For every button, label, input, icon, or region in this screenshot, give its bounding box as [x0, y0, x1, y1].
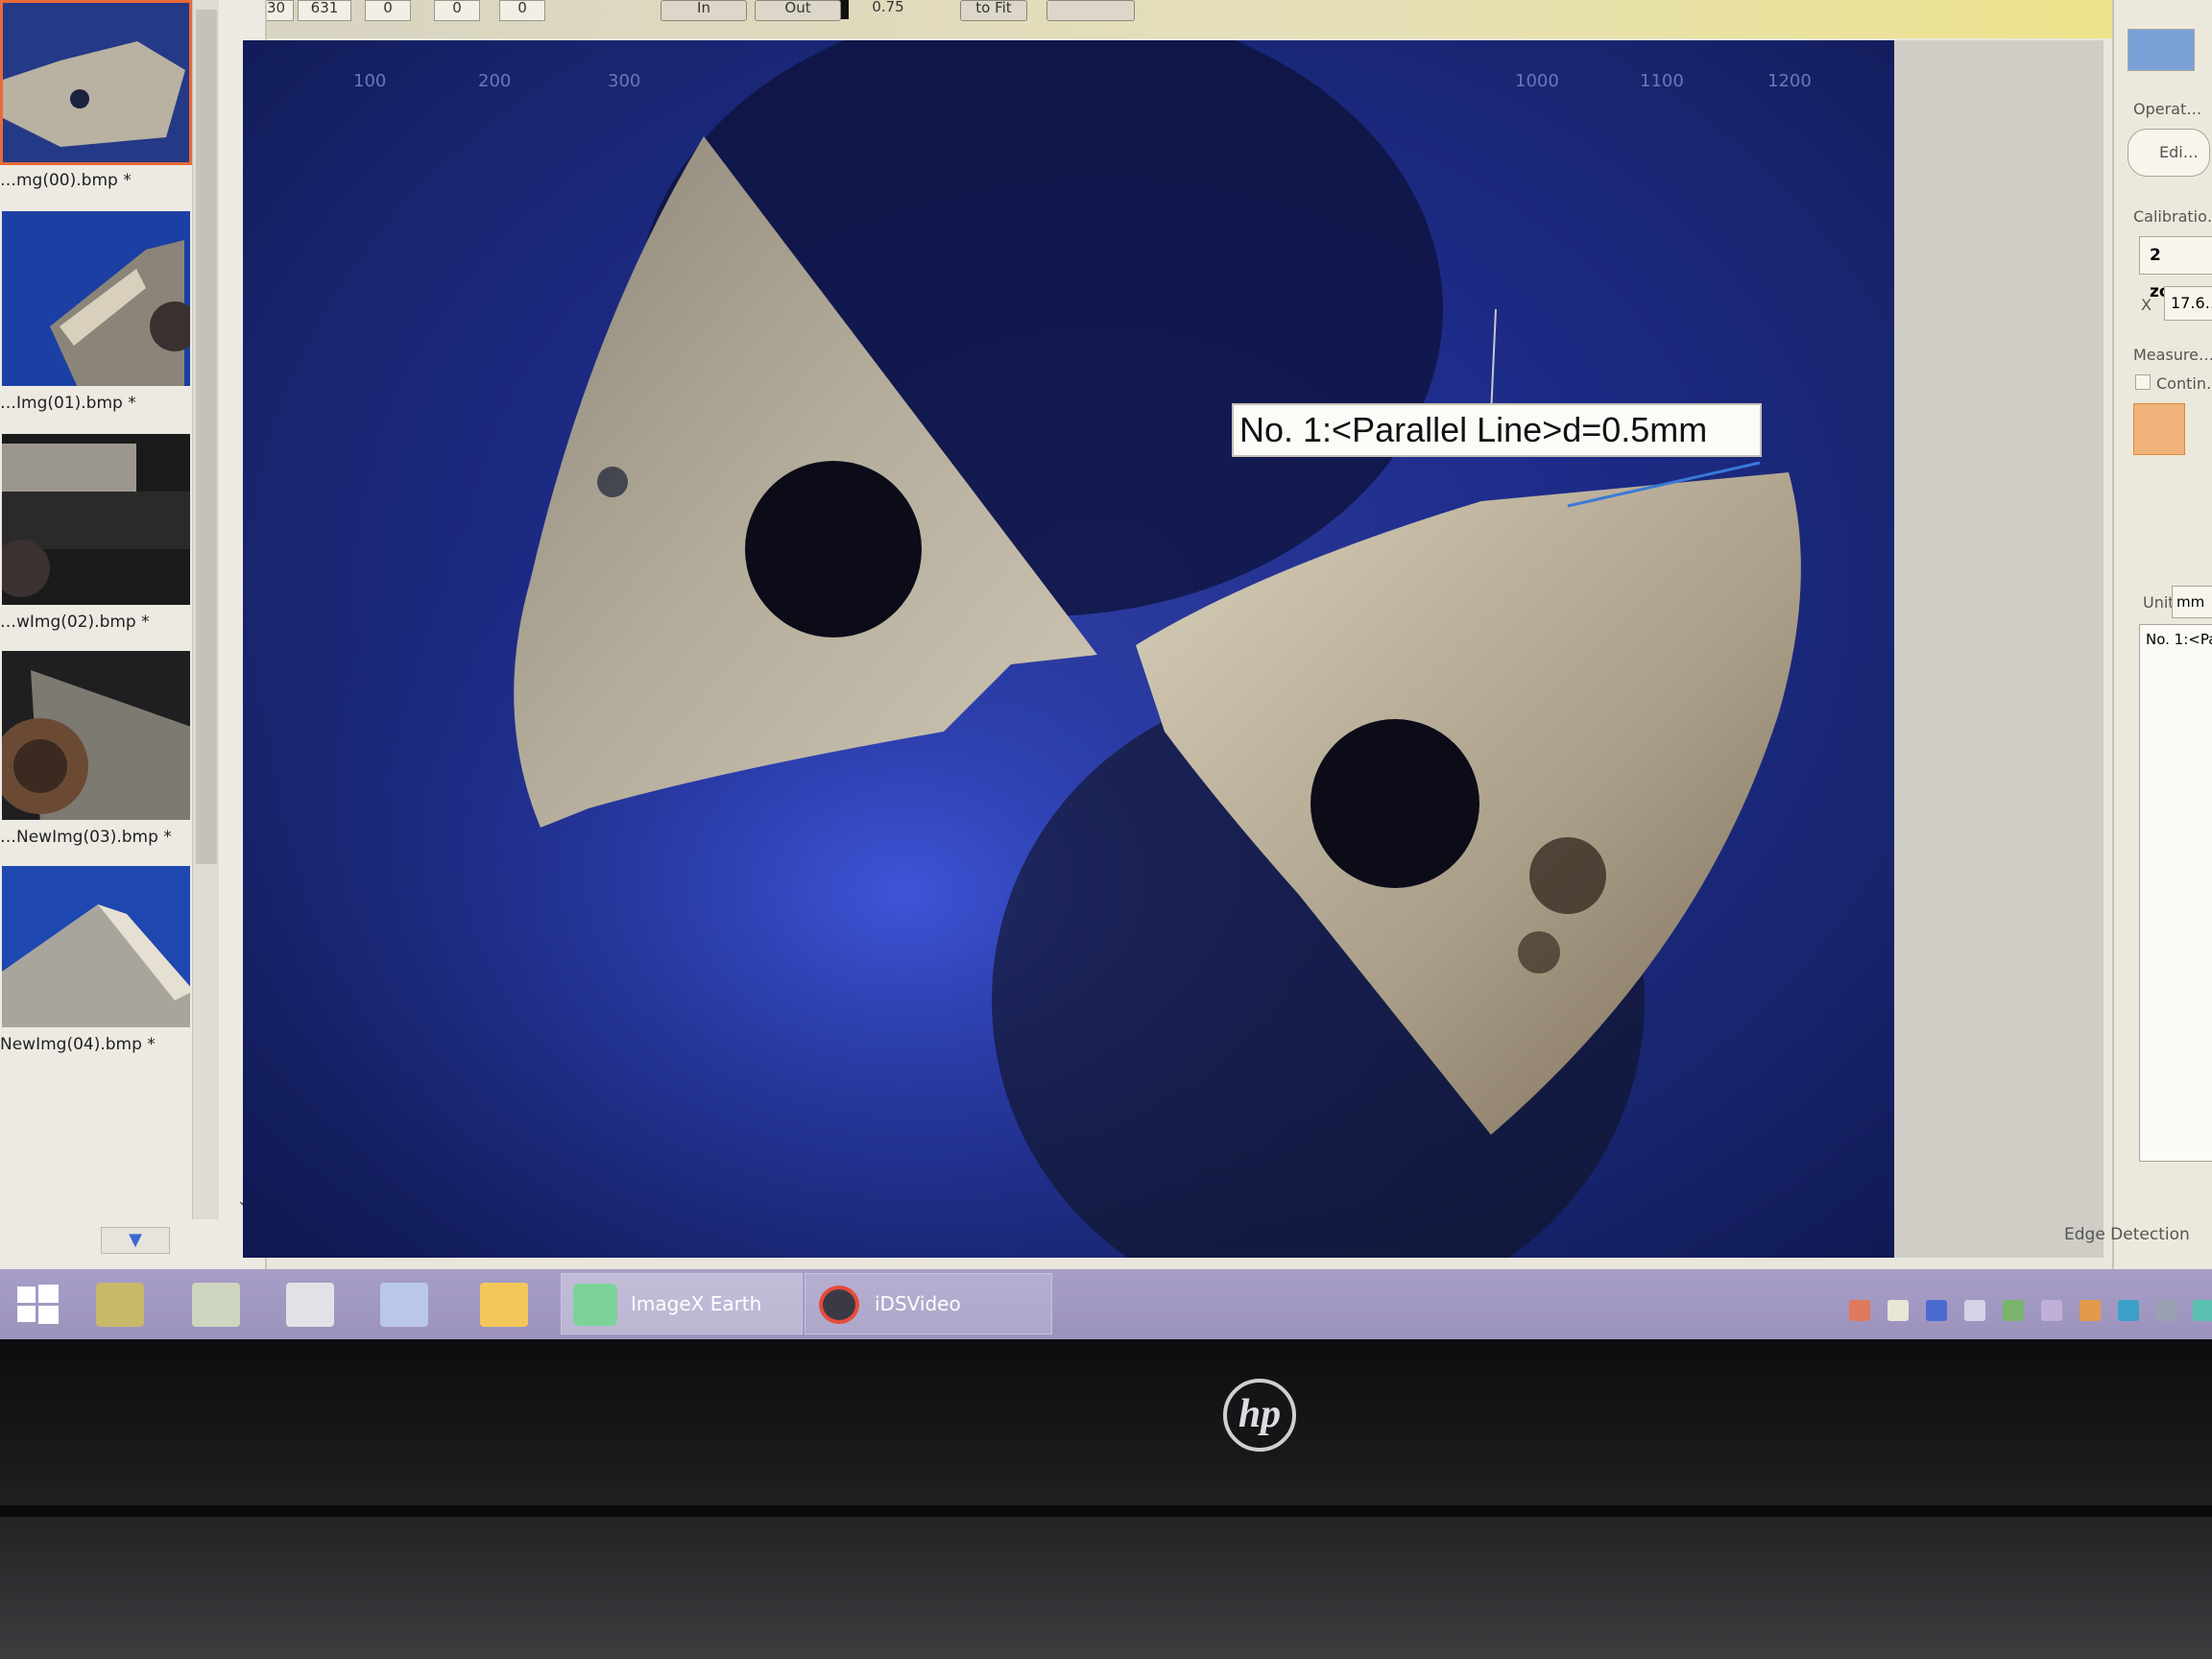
thumbnail-image	[2, 434, 190, 605]
file-explorer-icon[interactable]	[96, 1283, 144, 1327]
image-viewer: 100 200 300 1000 1100 1200 No. 1:<Parall…	[243, 40, 2104, 1258]
thumbnail-panel: …mg(00).bmp * …Img(01).bmp * …wImg(02).b…	[0, 0, 267, 1269]
x-label: X	[2141, 296, 2152, 314]
x-value-field[interactable]: 17.6…	[2164, 286, 2212, 321]
thumbnail-item[interactable]	[0, 209, 192, 388]
pointer-tool-icon[interactable]	[2133, 403, 2185, 455]
thumbnail-item[interactable]	[0, 649, 192, 822]
taskbar-item-idsvideo[interactable]: iDSVideo	[805, 1273, 1052, 1334]
ruler-tick-label: 100	[353, 71, 387, 91]
thumbnail-caption: …mg(00).bmp *	[0, 171, 132, 190]
flag-icon[interactable]	[1849, 1300, 1870, 1321]
taskbar-item-label: iDSVideo	[875, 1292, 961, 1315]
scroll-down-button[interactable]: ▼	[101, 1227, 170, 1254]
drive-icon[interactable]	[286, 1283, 334, 1327]
monitor-screen: 1430 631 0 0 0 In Out 0.75 to Fit …mg(00…	[0, 0, 2212, 1339]
folder-icon[interactable]	[480, 1283, 528, 1327]
thumbnail-item[interactable]	[0, 432, 192, 607]
tools-icon[interactable]	[2041, 1300, 2062, 1321]
camera-icon[interactable]	[2128, 29, 2195, 71]
camera-icon	[819, 1286, 859, 1324]
scrollbar-thumb[interactable]	[196, 10, 217, 864]
microscope-image[interactable]: 100 200 300 1000 1100 1200 No. 1:<Parall…	[243, 40, 1894, 1258]
thumbnail-caption: …Img(01).bmp *	[0, 394, 136, 413]
thumbnail-image	[2, 651, 190, 820]
drill-tip-image	[243, 40, 1894, 1258]
thumbnail-image	[2, 866, 190, 1027]
app-tray-icon[interactable]	[2080, 1300, 2101, 1321]
laptop-hinge	[0, 1505, 2212, 1517]
thumbnail-image	[2, 211, 190, 386]
hp-logo: hp	[1223, 1379, 1296, 1452]
computer-icon[interactable]	[380, 1283, 428, 1327]
edit-button[interactable]: Edi…	[2128, 129, 2210, 177]
thumbnail-scrollbar[interactable]	[192, 0, 219, 1219]
zoom-select[interactable]: 2 zoo…	[2139, 236, 2212, 301]
battery-icon[interactable]	[1887, 1300, 1909, 1321]
network-icon[interactable]	[2003, 1300, 2024, 1321]
thumbnail-caption: …wImg(02).bmp *	[0, 613, 150, 632]
thumbnail-caption: NewImg(04).bmp *	[0, 1035, 156, 1054]
taskbar-item-label: ImageX Earth	[631, 1292, 762, 1315]
right-control-panel: Operat… Edi… Calibratio… 2 zoo… X 17.6… …	[2112, 0, 2212, 1269]
top-toolbar: 1430 631 0 0 0 In Out 0.75 to Fit	[221, 0, 2122, 38]
imagex-earth-icon	[573, 1284, 617, 1326]
ruler-tick-label: 1200	[1767, 71, 1812, 91]
thumbnail-item[interactable]	[0, 0, 192, 165]
thumbnail-item[interactable]	[0, 864, 192, 1029]
laptop-bezel	[0, 1339, 2212, 1659]
toolbar-field-b[interactable]: 0	[434, 0, 480, 21]
ruler-tick-label: 1000	[1515, 71, 1559, 91]
zoom-out-button[interactable]: Out	[755, 0, 841, 21]
zoom-ratio-field[interactable]: 0.75	[854, 0, 922, 21]
volume-icon[interactable]	[2156, 1300, 2177, 1321]
continuous-checkbox[interactable]	[2135, 374, 2151, 390]
windows-start-icon[interactable]	[13, 1283, 61, 1327]
taskbar: ImageX Earth iDSVideo	[0, 1269, 2212, 1339]
continuous-label: Contin…	[2156, 374, 2212, 393]
calibration-section-label: Calibratio…	[2133, 207, 2212, 226]
ruler-tick-label: 300	[608, 71, 641, 91]
ruler-tick-label: 1100	[1640, 71, 1684, 91]
unit-select[interactable]: mm	[2172, 586, 2212, 618]
sync-icon[interactable]	[2118, 1300, 2139, 1321]
security-icon[interactable]	[2193, 1300, 2212, 1321]
thumbnail-image	[3, 3, 189, 162]
measurement-label[interactable]: No. 1:<Parallel Line>d=0.5mm	[1232, 403, 1762, 457]
measurement-result-list[interactable]: No. 1:<Paral…	[2139, 624, 2212, 1162]
toolbar-field-height[interactable]: 631	[298, 0, 351, 21]
bluetooth-icon[interactable]	[1926, 1300, 1947, 1321]
thumbnail-caption: …NewImg(03).bmp *	[0, 828, 172, 847]
display-icon[interactable]	[1964, 1300, 1985, 1321]
measure-section-label: Measure…	[2133, 346, 2212, 364]
ruler-tick-label: 200	[478, 71, 512, 91]
zoom-in-button[interactable]: In	[661, 0, 747, 21]
toolbar-field-a[interactable]: 0	[365, 0, 411, 21]
edge-detection-button[interactable]: Edge Detection	[2064, 1225, 2190, 1244]
toolbar-field-c[interactable]: 0	[499, 0, 545, 21]
calculator-icon[interactable]	[192, 1283, 240, 1327]
toolbar-blank-button[interactable]	[1046, 0, 1135, 21]
operate-section-label: Operat…	[2133, 100, 2202, 118]
fit-button[interactable]: to Fit	[960, 0, 1027, 21]
taskbar-item-imagex-earth[interactable]: ImageX Earth	[561, 1273, 803, 1334]
